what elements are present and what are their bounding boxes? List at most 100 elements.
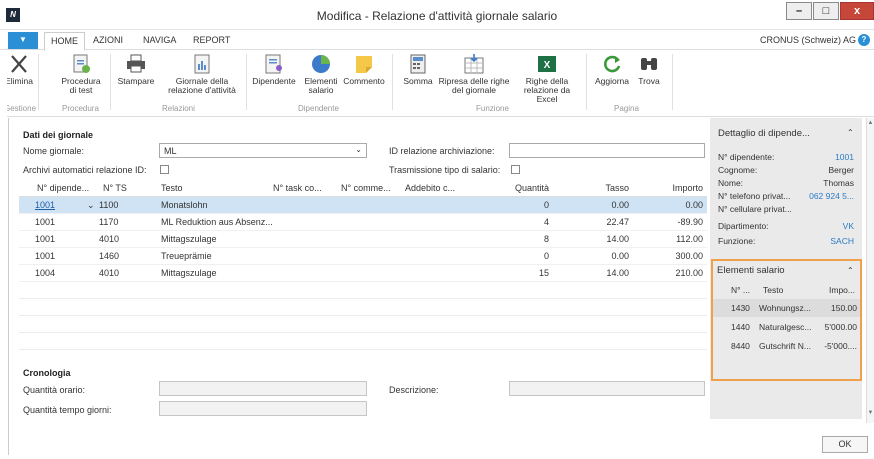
row-ts-cell[interactable]: 4010 [99,268,119,278]
stampare-button[interactable]: Stampare [114,53,158,86]
factbox-dipendente-title[interactable]: Dettaglio di dipende... [718,128,810,139]
list-item[interactable]: 1440 Naturalgesc... 5'000.00 [713,318,860,336]
somma-button[interactable]: Somma [400,53,436,86]
archivi-checkbox[interactable] [160,165,169,174]
elementi-salario-button[interactable]: Elementi salario [300,53,342,95]
scroll-down-icon[interactable]: ▼ [867,410,874,422]
col-addebito[interactable]: Addebito c... [405,183,455,193]
fb-funzione-value[interactable]: SACH [830,236,854,246]
table-row[interactable]: 1001 1170 ML Reduktion aus Absenz... 4 2… [19,214,707,231]
elimina-button[interactable]: Elimina [2,53,36,86]
id-relazione-field[interactable] [509,143,705,158]
fb-dipendente-value[interactable]: 1001 [835,152,854,162]
row-dipendente-cell[interactable]: 1004 [35,268,55,278]
app-menu-button[interactable]: ▼ [8,32,38,49]
table-row[interactable]: 1004 4010 Mittagszulage 15 14.00 210.00 [19,265,707,282]
col-tasso[interactable]: Tasso [579,183,629,193]
row-dipendente-cell[interactable]: 1001 [35,234,55,244]
ribbon: Elimina Procedura di test Stampare Giorn… [0,51,874,117]
group-procedura-label: Procedura [62,104,99,113]
row-testo-cell[interactable]: Mittagszulage [161,268,217,278]
row-ts-cell[interactable]: 1100 [99,200,118,210]
row-quantita-cell[interactable]: 0 [499,200,549,210]
col-testo[interactable]: Testo [161,183,183,193]
tab-report[interactable]: REPORT [193,35,230,45]
row-dipendente-cell[interactable]: 1001 [35,251,55,261]
ok-button[interactable]: OK [822,436,868,453]
chevron-up-icon[interactable]: ⌃ [847,128,854,137]
list-item[interactable]: 8440 Gutschrift N... -5'000.... [713,337,860,355]
row-dipendente-cell[interactable]: 1001 [35,200,55,210]
row-importo-cell[interactable]: 0.00 [649,200,703,210]
tab-naviga[interactable]: NAVIGA [143,35,176,45]
row-importo-cell[interactable]: 112.00 [649,234,703,244]
row-tasso-cell[interactable]: 0.00 [579,200,629,210]
ripresa-righe-button[interactable]: Ripresa delle righe del giornale [436,53,512,95]
binoculars-icon [641,58,657,70]
row-ts-cell[interactable]: 1170 [99,217,118,227]
col-quantita[interactable]: Quantità [499,183,549,193]
table-row[interactable]: 1001 1460 Treueprämie 0 0.00 300.00 [19,248,707,265]
row-dipendente-cell[interactable]: 1001 [35,217,55,227]
row-testo-cell[interactable]: Monatslohn [161,200,208,210]
row-tasso-cell[interactable]: 0.00 [579,251,629,261]
fb-telefono-value[interactable]: 062 924 5... [809,191,854,201]
empty-row[interactable] [19,333,707,350]
row-quantita-cell[interactable]: 4 [499,217,549,227]
col-commessa[interactable]: N° comme... [341,183,391,193]
tab-home[interactable]: HOME [44,32,85,51]
journal-report-icon [194,54,210,74]
col-ts[interactable]: N° TS [103,183,127,193]
help-icon[interactable]: ? [858,34,870,46]
empty-row[interactable] [19,299,707,316]
col-numero[interactable]: N° ... [731,285,750,295]
col-importo[interactable]: Impo... [813,285,855,295]
row-testo-cell[interactable]: ML Reduktion aus Absenz... [161,217,273,227]
group-dipendente-label: Dipendente [298,104,339,113]
row-importo-cell[interactable]: 210.00 [649,268,703,278]
empty-row[interactable] [19,316,707,333]
empty-row[interactable] [19,282,707,299]
chevron-down-icon[interactable]: ⌄ [87,200,95,211]
aggiorna-button[interactable]: Aggiorna [592,53,632,86]
list-item[interactable]: 1430 Wohnungsz... 150.00 [713,299,860,317]
company-name: CRONUS (Schweiz) AG [759,35,856,45]
giornale-relazione-button[interactable]: Giornale della relazione d'attività [164,53,240,95]
col-dipendente[interactable]: N° dipende... [37,183,89,193]
elementi-testo: Gutschrift N... [759,341,811,351]
tab-azioni[interactable]: AZIONI [93,35,123,45]
factbox-elementi-title[interactable]: Elementi salario [717,265,785,276]
row-importo-cell[interactable]: -89.90 [649,217,703,227]
trova-button[interactable]: Trova [634,53,664,86]
procedura-test-button[interactable]: Procedura di test [60,53,102,95]
table-row[interactable]: 1001 4010 Mittagszulage 8 14.00 112.00 [19,231,707,248]
row-importo-cell[interactable]: 300.00 [649,251,703,261]
minimize-button[interactable]: – [786,2,812,20]
col-task[interactable]: N° task co... [273,183,322,193]
scroll-up-icon[interactable]: ▲ [867,120,874,132]
commento-button[interactable]: Commento [342,53,386,86]
maximize-button[interactable]: □ [813,2,839,20]
factbox-scrollbar[interactable]: ▲ ▼ [866,118,874,423]
col-testo[interactable]: Testo [763,285,783,295]
row-tasso-cell[interactable]: 14.00 [579,268,629,278]
chevron-up-icon[interactable]: ⌃ [847,266,854,275]
close-button[interactable]: x [840,2,874,20]
row-quantita-cell[interactable]: 8 [499,234,549,244]
nome-giornale-field[interactable]: ML ⌄ [159,143,367,158]
row-quantita-cell[interactable]: 0 [499,251,549,261]
chevron-down-icon[interactable]: ⌄ [355,145,362,154]
row-quantita-cell[interactable]: 15 [499,268,549,278]
row-tasso-cell[interactable]: 22.47 [579,217,629,227]
row-testo-cell[interactable]: Treueprämie [161,251,212,261]
row-ts-cell[interactable]: 4010 [99,234,119,244]
table-row[interactable]: 1001 ⌄ 1100 Monatslohn 0 0.00 0.00 [19,197,707,214]
righe-excel-button[interactable]: X Righe della relazione da Excel [514,53,580,104]
row-tasso-cell[interactable]: 14.00 [579,234,629,244]
fb-dipartimento-value[interactable]: VK [843,221,854,231]
dipendente-button[interactable]: Dipendente [250,53,298,86]
row-testo-cell[interactable]: Mittagszulage [161,234,217,244]
trasmissione-checkbox[interactable] [511,165,520,174]
col-importo[interactable]: Importo [649,183,703,193]
row-ts-cell[interactable]: 1460 [99,251,119,261]
